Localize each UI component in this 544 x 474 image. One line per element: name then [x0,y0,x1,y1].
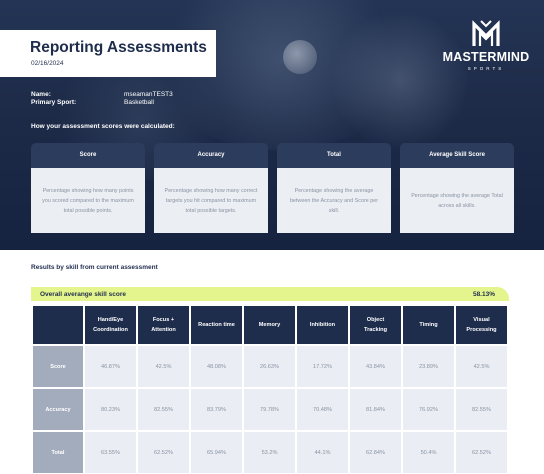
report-date: 02/16/2024 [31,60,64,67]
row-header-score: Score [33,346,83,387]
column-header-hand-eye-coordination: Hand/Eye Coordination [85,306,136,344]
column-header-focus-attention: Focus + Attention [138,306,189,344]
table-cell: 26.63% [244,346,295,387]
table-cell: 42.5% [456,346,507,387]
table-cell: 44.1% [297,432,348,473]
table-cell: 53.2% [244,432,295,473]
explanation-card-accuracy: Accuracy Percentage showing how many cor… [154,143,268,233]
overall-score-value: 58.13% [472,291,495,298]
table-row: Total 63.55% 62.52% 65.94% 53.2% 44.1% 6… [33,432,507,473]
column-header-timing: Timing [403,306,454,344]
sport-label: Primary Sport: [31,99,77,106]
page-title: Reporting Assessments [30,39,207,56]
table-cell: 43.84% [350,346,401,387]
table-cell: 81.84% [350,389,401,430]
table-cell: 70.48% [297,389,348,430]
table-cell: 50.4% [403,432,454,473]
name-label: Name: [31,91,51,98]
explanation-card-text-content: Percentage showing the average between t… [289,187,379,214]
logo-sub-text: SPORTS [467,66,505,71]
explanation-card-text-content: Percentage showing the average Total acr… [411,192,503,209]
table-header-row: Hand/Eye Coordination Focus + Attention Re… [33,306,507,344]
table-cell: 42.5% [138,346,189,387]
explanation-card-total: Total Percentage showing the average bet… [277,143,391,233]
column-header-memory: Memory [244,306,295,344]
overall-score-bar: Overall averange skill score 58.13% [31,287,509,301]
explanation-card-score: Score Percentage showing how many points… [31,143,145,233]
table-cell: 62.52% [138,432,189,473]
table-cell: 62.52% [456,432,507,473]
table-cell: 23.89% [403,346,454,387]
column-header-inhibition: Inhibition [297,306,348,344]
explanation-card-text: Percentage showing the average between t… [277,168,391,233]
table-row: Score 46.87% 42.5% 48.08% 26.63% 17.72% … [33,346,507,387]
hero-banner: Reporting Assessments 02/16/2024 MASTERM… [0,0,544,250]
row-header-accuracy: Accuracy [33,389,83,430]
explanation-card-text-content: Percentage showing how many points you s… [42,187,134,214]
explanation-card-text: Percentage showing how many points you s… [31,168,145,233]
explanation-card-text: Percentage showing how many correct targ… [154,168,268,233]
table-cell: 82.55% [456,389,507,430]
table-cell: 82.55% [138,389,189,430]
table-row: Accuracy 80.23% 82.55% 83.79% 79.78% 70.… [33,389,507,430]
title-card: Reporting Assessments 02/16/2024 [0,30,216,77]
explanation-card-title: Total [277,143,391,168]
sport-value: Basketball [124,99,154,106]
row-header-total: Total [33,432,83,473]
mastermind-logo: MASTERMIND SPORTS [438,18,534,88]
explanation-card-title: Accuracy [154,143,268,168]
table-cell: 65.94% [191,432,242,473]
explanation-card-text-content: Percentage showing how many correct targ… [164,187,258,214]
mastermind-logo-icon [472,20,500,46]
table-cell: 17.72% [297,346,348,387]
table-cell: 83.79% [191,389,242,430]
explanation-card-average-skill-score: Average Skill Score Percentage showing t… [400,143,514,233]
table-cell: 79.78% [244,389,295,430]
column-header-reaction-time: Reaction time [191,306,242,344]
table-cell: 76.92% [403,389,454,430]
column-header-visual-processing: Visual Processing [456,306,507,344]
table-cell: 63.55% [85,432,136,473]
results-heading: Results by skill from current assessment [31,264,158,271]
soccer-ball-image [283,40,317,74]
name-value: mseamanTEST3 [124,91,173,98]
table-cell: 62.84% [350,432,401,473]
table-cell: 48.08% [191,346,242,387]
explanation-card-title: Score [31,143,145,168]
overall-score-label: Overall averange skill score [40,291,126,298]
table-cell: 46.87% [85,346,136,387]
explanation-card-title: Average Skill Score [400,143,514,168]
table-corner-cell [33,306,83,344]
logo-brand-text: MASTERMIND [442,50,530,64]
table-cell: 80.23% [85,389,136,430]
calculation-heading: How your assessment scores were calculat… [31,123,175,130]
explanation-card-text: Percentage showing the average Total acr… [400,168,514,233]
skills-results-table: Hand/Eye Coordination Focus + Attention Re… [31,304,509,474]
column-header-object-tracking: Object Tracking [350,306,401,344]
